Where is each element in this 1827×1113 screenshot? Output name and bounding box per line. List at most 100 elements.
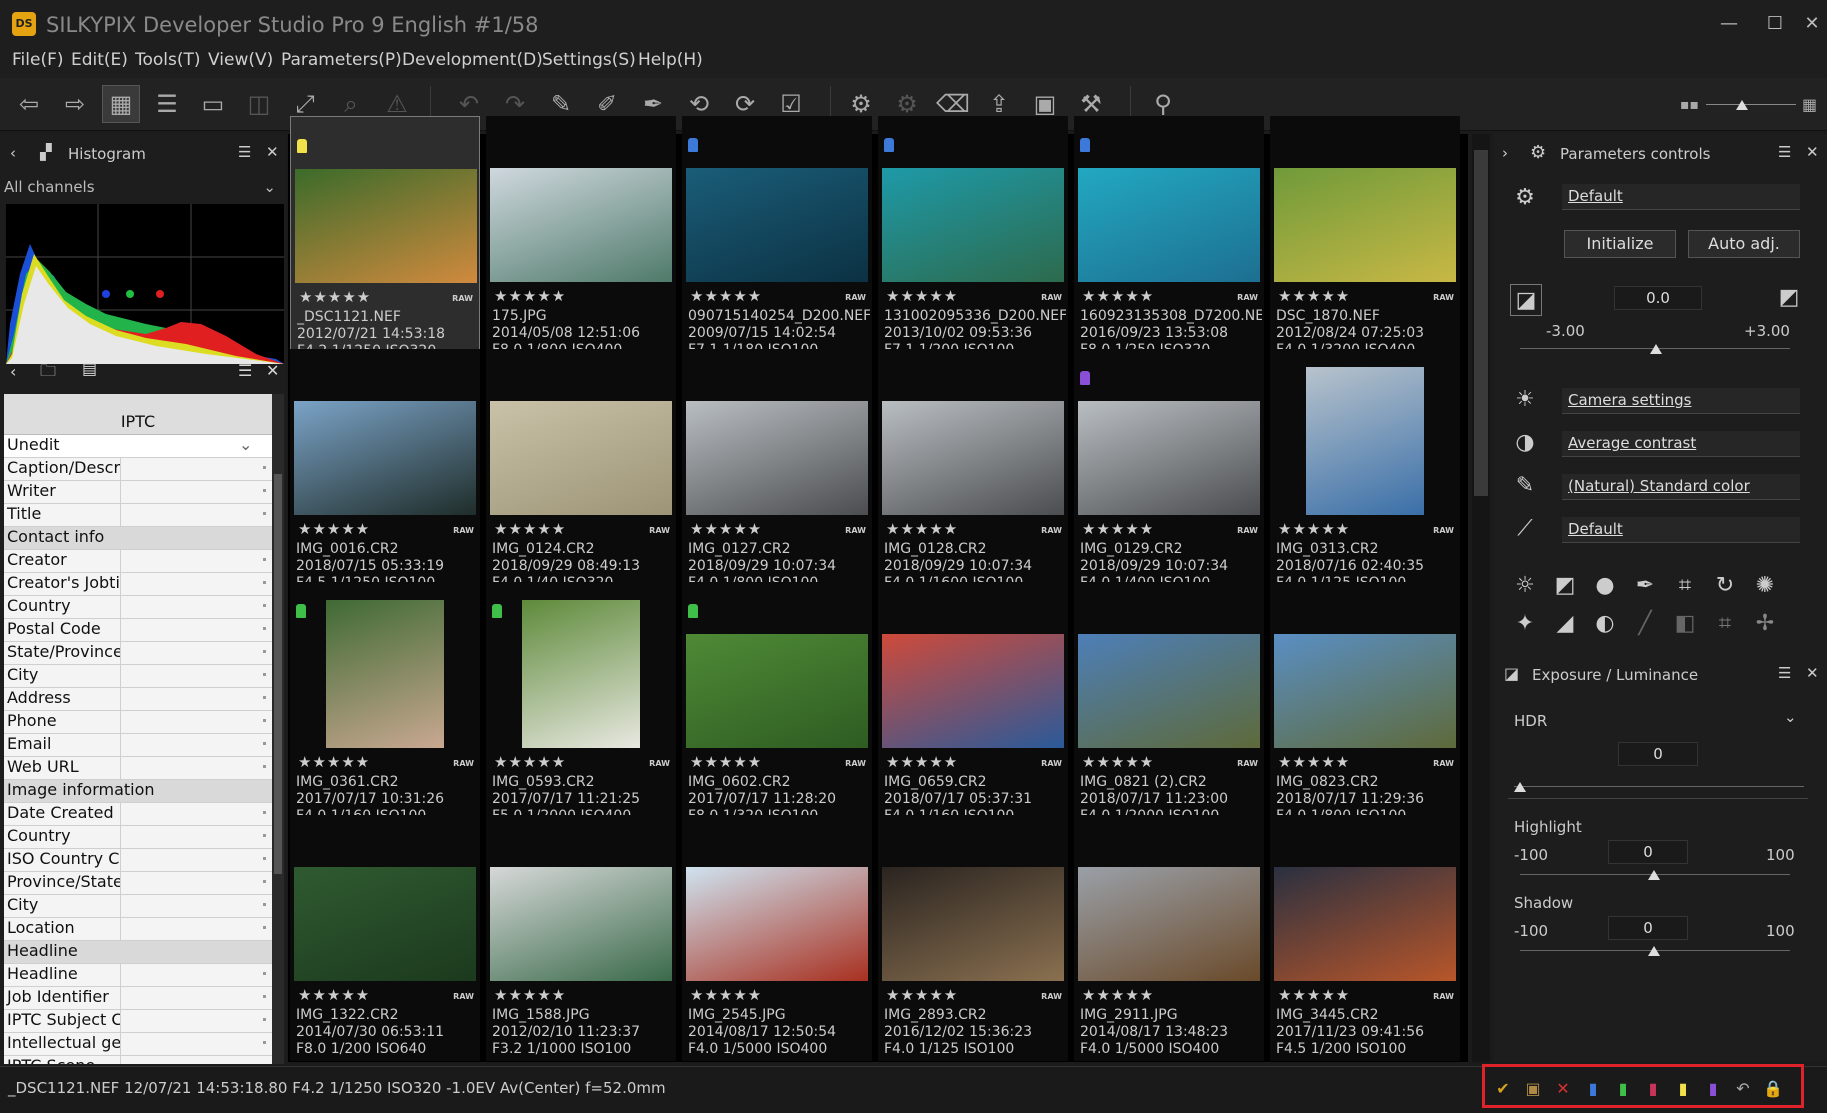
iptc-row[interactable]: Web URL (4, 757, 272, 780)
compare-view-icon[interactable]: ◫ (240, 85, 278, 123)
iptc-row[interactable]: ISO Country C (4, 849, 272, 872)
panel-menu-icon[interactable]: ☰ (238, 143, 251, 161)
thumbnail-image[interactable] (522, 600, 640, 748)
rating-stars[interactable]: ★★★★★ (494, 753, 566, 771)
parameters-menu-icon[interactable]: ☰ (1778, 143, 1791, 161)
hdr-slider[interactable] (1514, 786, 1804, 787)
iptc-scroll-thumb[interactable] (274, 474, 282, 874)
iptc-scrollbar[interactable] (272, 394, 284, 1064)
channel-select[interactable]: All channels ⌄ (4, 178, 282, 202)
thumbnail-image[interactable] (882, 634, 1064, 748)
highlight-spinner[interactable]: 0 (1608, 840, 1688, 864)
exposure-icon[interactable]: ◪ (1510, 284, 1542, 316)
info-panel-menu-icon[interactable]: ☰ (238, 361, 252, 380)
undo-tag-icon[interactable]: ↶ (1733, 1079, 1753, 1099)
iptc-row-value[interactable] (121, 596, 272, 618)
iptc-row[interactable]: Creator's Jobti (4, 573, 272, 596)
reject-icon[interactable]: ✕ (1553, 1079, 1573, 1099)
expand-right-icon[interactable]: › (1502, 144, 1508, 162)
auto-exposure-icon[interactable]: ◩ (1774, 282, 1804, 312)
iptc-row[interactable]: Location (4, 918, 272, 941)
iptc-row-value[interactable] (121, 1010, 272, 1032)
white-balance-select[interactable]: Camera settings (1562, 388, 1800, 414)
thumbnail-cell[interactable]: ★★★★★ IMG_2911.JPG 2014/08/17 13:48:23 F4.0… (1074, 815, 1264, 1061)
rating-stars[interactable]: ★★★★★ (298, 986, 370, 1004)
info-panel-close-icon[interactable]: ✕ (266, 361, 279, 380)
iptc-row-value[interactable] (121, 711, 272, 733)
iptc-row-value[interactable] (121, 481, 272, 503)
iptc-row-value[interactable] (121, 642, 272, 664)
dropper-tool-icon[interactable]: ✒ (1630, 570, 1660, 600)
iptc-row[interactable]: Email (4, 734, 272, 757)
next-image-icon[interactable]: ⇨ (56, 85, 94, 123)
iptc-row-value[interactable] (121, 1033, 272, 1055)
thumb-size-slider[interactable] (1706, 104, 1796, 105)
contrast-icon[interactable]: ◑ (1510, 427, 1540, 457)
menu-settings[interactable]: Settings(S) (542, 50, 636, 70)
thumbnail-image[interactable] (490, 168, 672, 282)
iptc-row-value[interactable] (121, 504, 272, 526)
iptc-row-value[interactable] (121, 895, 272, 917)
crop-tool-icon[interactable]: ⌗ (1710, 608, 1740, 638)
previous-image-icon[interactable]: ⇦ (10, 85, 48, 123)
thumbnail-image[interactable] (686, 867, 868, 981)
thumbnail-image[interactable] (294, 867, 476, 981)
menu-parameters[interactable]: Parameters(P) (281, 50, 402, 70)
advanced-tool-icon[interactable]: ✺ (1750, 570, 1780, 600)
tone-curve-icon[interactable]: ◩ (1550, 570, 1580, 600)
preset-select[interactable]: Default (1562, 184, 1800, 210)
rating-stars[interactable]: ★★★★★ (1278, 287, 1350, 305)
thumbnail-image[interactable] (1078, 634, 1260, 748)
comment-tab-icon[interactable]: ▤ (82, 359, 97, 378)
iptc-row-value[interactable] (121, 826, 272, 848)
iptc-row[interactable]: Title (4, 504, 272, 527)
iptc-row[interactable]: City (4, 895, 272, 918)
rating-stars[interactable]: ★★★★★ (690, 753, 762, 771)
iptc-row[interactable]: Province/State (4, 872, 272, 895)
color-select[interactable]: (Natural) Standard color (1562, 474, 1800, 500)
iptc-row[interactable]: Postal Code (4, 619, 272, 642)
iptc-preset-select[interactable]: Unedit ⌄ (4, 435, 272, 458)
iptc-row[interactable]: Country (4, 826, 272, 849)
rating-stars[interactable]: ★★★★★ (886, 986, 958, 1004)
lock-icon[interactable]: 🔒 (1763, 1079, 1783, 1099)
thumbnail-cell[interactable]: ★★★★★ RAW 131002095336_D200.NEF 2013/10/02 … (878, 116, 1068, 362)
exposure-spinner[interactable]: 0.0 (1614, 286, 1702, 310)
iptc-row[interactable]: City (4, 665, 272, 688)
thumbnail-cell[interactable]: ★★★★★175.JPG2014/05/08 12:51:06F8.0 1/80… (486, 116, 676, 362)
thumbnail-cell[interactable]: ★★★★★RAWDSC_1870.NEF2012/08/24 07:25:03F… (1270, 116, 1460, 362)
green-tag-icon[interactable]: ▮ (1613, 1079, 1633, 1099)
hdr-knob[interactable] (1514, 782, 1526, 792)
menu-edit[interactable]: Edit(E) (71, 50, 128, 70)
iptc-row-value[interactable] (121, 458, 272, 480)
iptc-row[interactable]: Country (4, 596, 272, 619)
menu-tools[interactable]: Tools(T) (135, 50, 201, 70)
sharpness-select[interactable]: Default (1562, 517, 1800, 543)
exposure-knob[interactable] (1650, 344, 1662, 354)
thumbnail-cell[interactable]: ★★★★★ RAW IMG_1322.CR2 2014/07/30 06:53:11 F… (290, 815, 480, 1061)
thumbnail-cell[interactable]: ★★★★★RAWIMG_0128.CR22018/09/29 10:07:34F… (878, 349, 1068, 595)
rating-stars[interactable]: ★★★★★ (494, 287, 566, 305)
iptc-row[interactable]: Job Identifier (4, 987, 272, 1010)
rating-stars[interactable]: ★★★★★ (1278, 753, 1350, 771)
brush-tool-icon[interactable]: ╱ (1630, 608, 1660, 638)
rotation-tool-icon[interactable]: ↻ (1710, 570, 1740, 600)
small-thumbs-icon[interactable]: ▪▪ (1680, 97, 1699, 113)
iptc-row-value[interactable] (121, 1056, 272, 1064)
menu-development[interactable]: Development(D) (402, 50, 543, 70)
iptc-row-value[interactable] (121, 964, 272, 986)
thumbnail-image[interactable] (1274, 634, 1456, 748)
iptc-row-value[interactable] (121, 573, 272, 595)
thumbnail-cell[interactable]: ★★★★★ RAW 090715140254_D200.NEF 2009/07/15 … (682, 116, 872, 362)
iptc-row[interactable]: Caption/Descr (4, 458, 272, 481)
iptc-row-value[interactable] (121, 849, 272, 871)
noise-tool-icon[interactable]: ✦ (1510, 608, 1540, 638)
thumbnail-grid-icon[interactable]: ▦ (102, 85, 140, 123)
thumbnail-image[interactable] (295, 169, 477, 283)
purple-tag-icon[interactable]: ▮ (1703, 1079, 1723, 1099)
thumbnail-image[interactable] (490, 401, 672, 515)
rating-stars[interactable]: ★★★★★ (1278, 986, 1350, 1004)
iptc-row-value[interactable] (121, 872, 272, 894)
rating-stars[interactable]: ★★★★★ (1082, 287, 1154, 305)
thumbnail-image[interactable] (686, 634, 868, 748)
